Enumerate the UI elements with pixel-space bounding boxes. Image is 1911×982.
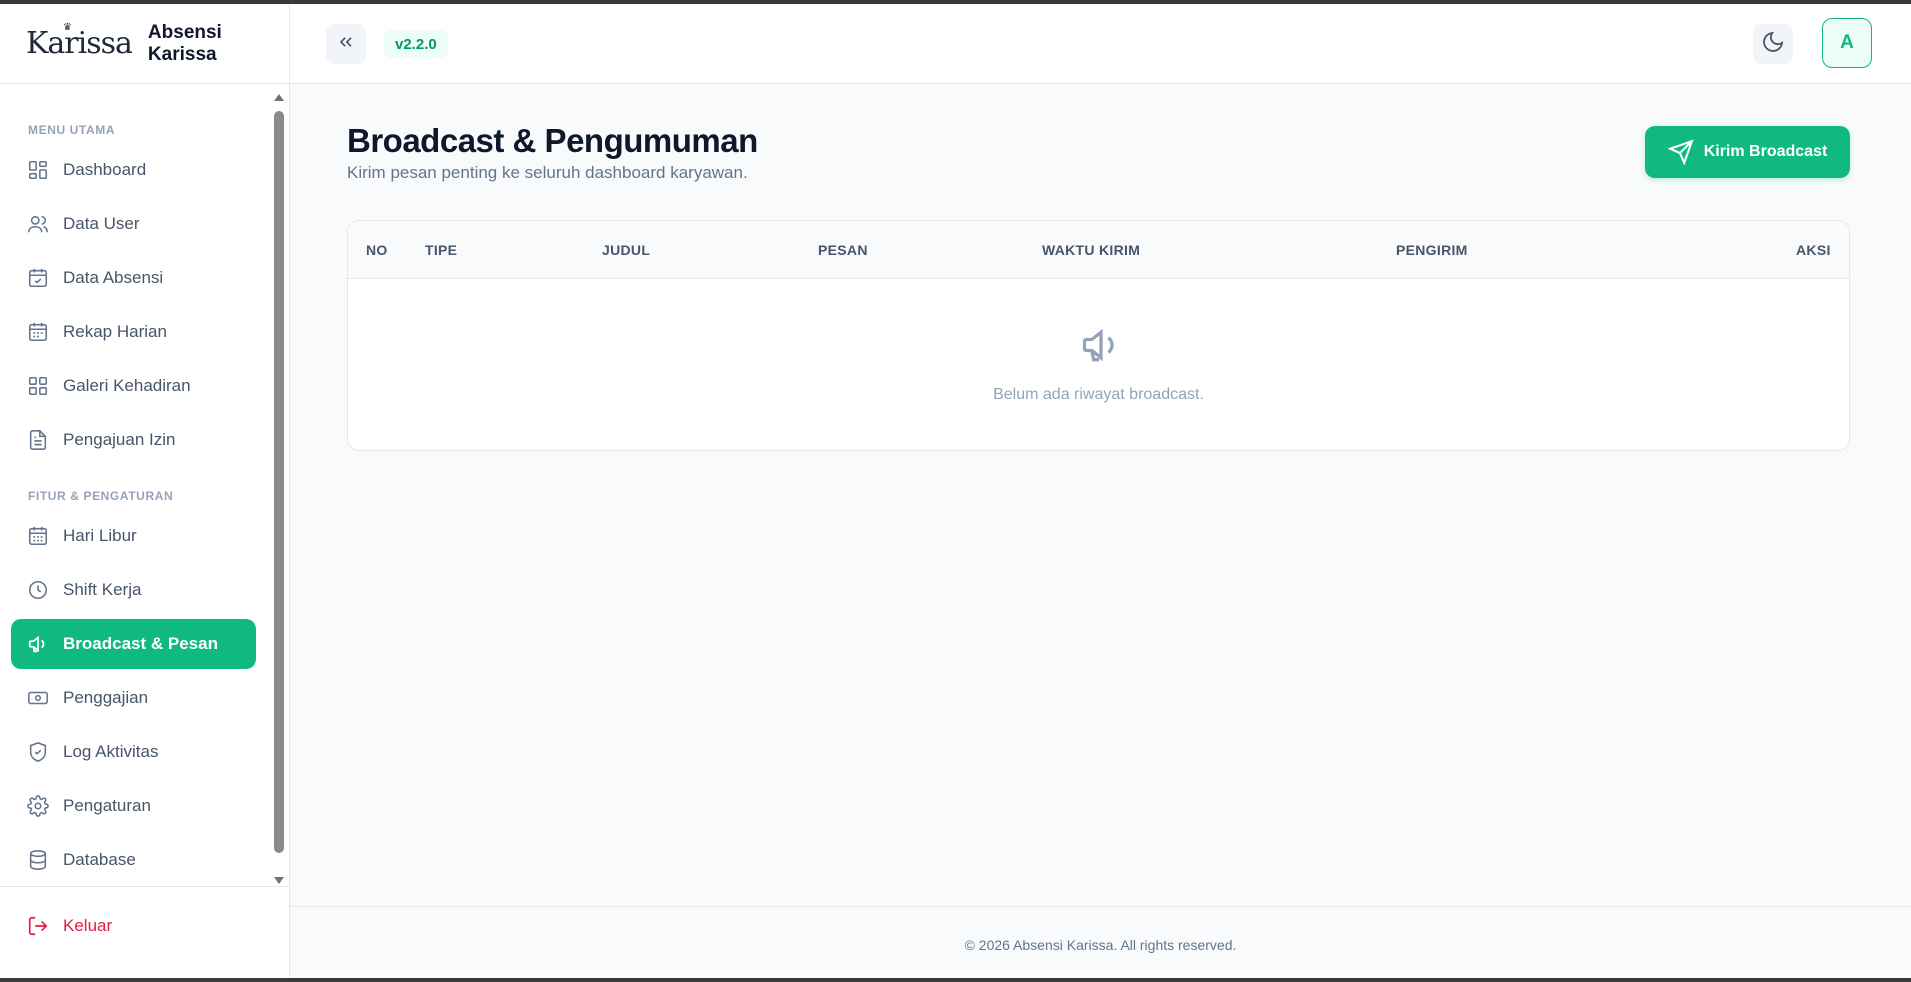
logout-label: Keluar [63, 916, 113, 935]
megaphone-icon [27, 633, 49, 655]
sidebar-item-pengajuan-izin[interactable]: Pengajuan Izin [11, 415, 256, 465]
clock-icon [27, 579, 49, 601]
sidebar-scrollbar[interactable] [272, 94, 286, 884]
sidebar-item-rekap-harian[interactable]: Rekap Harian [11, 307, 256, 357]
sidebar-item-galeri-kehadiran[interactable]: Galeri Kehadiran [11, 361, 256, 411]
table-header: NO TIPE JUDUL PESAN WAKTU KIRIM PENGIRIM… [348, 221, 1849, 279]
grid-icon [27, 159, 49, 181]
sidebar-item-database[interactable]: Database [11, 835, 256, 885]
moon-icon [1761, 30, 1785, 59]
send-broadcast-label: Kirim Broadcast [1703, 143, 1828, 160]
column-header-judul: JUDUL [602, 242, 651, 258]
sidebar-item-label: Data Absensi [63, 268, 164, 287]
gear-icon [27, 795, 49, 817]
sidebar-item-label: Penggajian [63, 688, 149, 707]
column-header-aksi: AKSI [1796, 242, 1831, 258]
chevrons-left-icon [336, 32, 356, 57]
scrollbar-thumb[interactable] [274, 111, 284, 853]
sidebar-item-log-aktivitas[interactable]: Log Aktivitas [11, 727, 256, 777]
column-header-no: NO [366, 242, 388, 258]
column-header-waktu-kirim: WAKTU KIRIM [1042, 242, 1141, 258]
users-icon [27, 213, 49, 235]
sidebar-item-data-absensi[interactable]: Data Absensi [11, 253, 256, 303]
document-icon [27, 429, 49, 451]
sidebar-item-label: Pengaturan [63, 796, 151, 815]
crown-icon: ♛ [63, 22, 72, 33]
send-icon [1667, 139, 1694, 165]
column-header-pengirim: PENGIRIM [1396, 242, 1468, 258]
theme-toggle-button[interactable] [1753, 24, 1793, 64]
sidebar-item-label: Dashboard [63, 160, 147, 179]
calendar-icon [27, 525, 49, 547]
sidebar-item-label: Database [63, 850, 136, 869]
sidebar-item-dashboard[interactable]: Dashboard [11, 145, 256, 195]
sidebar-item-label: Pengajuan Izin [63, 430, 176, 449]
column-header-pesan: PESAN [818, 242, 868, 258]
top-header: v2.2.0 A [290, 4, 1911, 84]
footer: © 2026 Absensi Karissa. All rights reser… [290, 906, 1911, 978]
empty-state-text: Belum ada riwayat broadcast. [993, 386, 1204, 403]
sidebar-item-hari-libur[interactable]: Hari Libur [11, 511, 256, 561]
sidebar-item-shift-kerja[interactable]: Shift Kerja [11, 565, 256, 615]
brand: Karissa ♛ Absensi Karissa [0, 4, 289, 84]
section-label-main: MENU UTAMA [28, 123, 116, 137]
brand-name: Absensi Karissa [147, 21, 222, 65]
sidebar-item-label: Data User [63, 214, 140, 233]
megaphone-icon [1079, 323, 1123, 367]
sidebar: Karissa ♛ Absensi Karissa MENU UTAMA Dash… [0, 4, 290, 978]
sidebar-item-label: Log Aktivitas [63, 742, 159, 761]
collapse-sidebar-button[interactable] [326, 24, 366, 64]
logout-area: Keluar [0, 886, 290, 978]
sidebar-item-label: Broadcast & Pesan [63, 634, 218, 653]
sidebar-item-pengaturan[interactable]: Pengaturan [11, 781, 256, 831]
avatar[interactable]: A [1822, 18, 1872, 68]
column-header-tipe: TIPE [425, 242, 458, 258]
sidebar-item-data-user[interactable]: Data User [11, 199, 256, 249]
sidebar-item-label: Galeri Kehadiran [63, 376, 191, 395]
sidebar-item-label: Rekap Harian [63, 322, 167, 341]
logout-button[interactable]: Keluar [27, 915, 112, 937]
page-title: Broadcast & Pengumuman [347, 122, 758, 159]
banknote-icon [27, 687, 49, 709]
app-window: Karissa ♛ Absensi Karissa MENU UTAMA Dash… [0, 4, 1911, 978]
database-icon [27, 849, 49, 871]
scroll-down-arrow-icon[interactable] [274, 877, 284, 884]
brand-logo: Karissa ♛ [26, 22, 133, 61]
logout-icon [27, 915, 49, 937]
section-label-features: FITUR & PENGATURAN [28, 489, 174, 503]
calendar-icon [27, 321, 49, 343]
sidebar-item-broadcast-pesan[interactable]: Broadcast & Pesan [11, 619, 256, 669]
shield-check-icon [27, 741, 49, 763]
sidebar-item-label: Shift Kerja [63, 580, 142, 599]
page-subtitle: Kirim pesan penting ke seluruh dashboard… [347, 163, 748, 182]
brand-logo-text: Karissa [26, 26, 133, 61]
grid-icon [27, 375, 49, 397]
calendar-check-icon [27, 267, 49, 289]
sidebar-item-penggajian[interactable]: Penggajian [11, 673, 256, 723]
footer-text: © 2026 Absensi Karissa. All rights reser… [964, 937, 1237, 953]
broadcast-table: NO TIPE JUDUL PESAN WAKTU KIRIM PENGIRIM… [347, 220, 1850, 451]
sidebar-nav: MENU UTAMA Dashboard Data User Data Abse… [0, 85, 290, 885]
version-badge: v2.2.0 [384, 30, 448, 58]
send-broadcast-button[interactable]: Kirim Broadcast [1645, 126, 1850, 178]
sidebar-item-label: Hari Libur [63, 526, 137, 545]
scroll-up-arrow-icon[interactable] [274, 94, 284, 101]
